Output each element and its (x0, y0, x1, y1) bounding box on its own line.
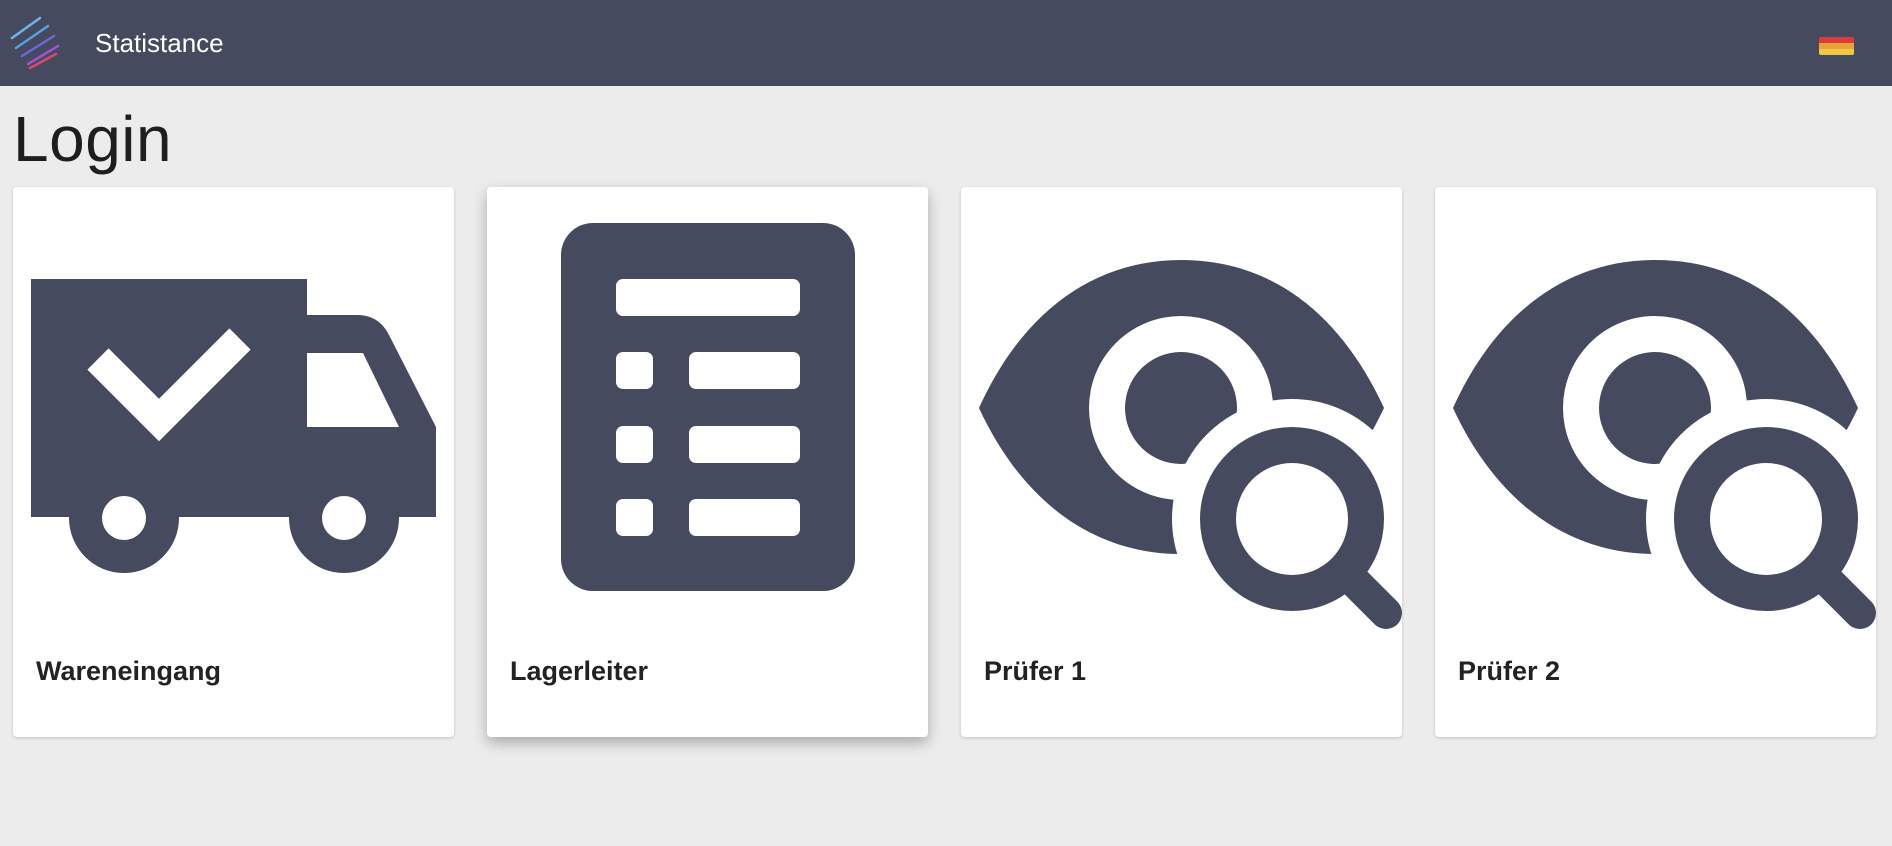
role-card-wareneingang[interactable]: Wareneingang (13, 187, 454, 737)
role-card-lagerleiter[interactable]: Lagerleiter (487, 187, 928, 737)
page-title: Login (13, 103, 173, 175)
card-label: Prüfer 1 (984, 656, 1087, 686)
role-card-pruefer-2[interactable]: Prüfer 2 (1435, 187, 1876, 737)
card-label: Prüfer 2 (1458, 656, 1561, 686)
eye-search-icon (1453, 260, 1876, 639)
app-header: Statistance (0, 0, 1892, 86)
delivery-truck-check-icon (31, 279, 436, 573)
german-flag-icon[interactable] (1819, 37, 1854, 55)
app-title: Statistance (95, 28, 224, 58)
checklist-icon (561, 223, 855, 591)
eye-search-icon (979, 260, 1402, 639)
statistance-logo-icon[interactable] (10, 16, 60, 70)
card-label: Lagerleiter (510, 656, 649, 686)
card-label: Wareneingang (36, 656, 222, 686)
role-card-pruefer-1[interactable]: Prüfer 1 (961, 187, 1402, 737)
